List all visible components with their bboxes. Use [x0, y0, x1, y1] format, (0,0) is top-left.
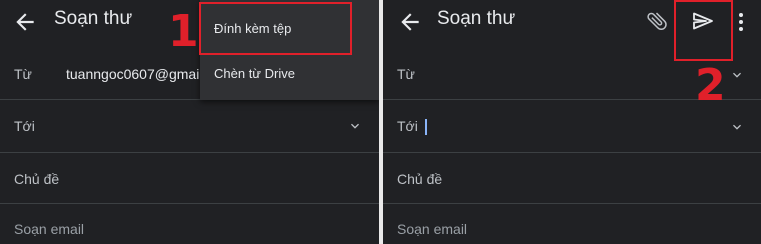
compose-screen-left: Soạn thư Từ tuanngoc0607@gmail.cc Tới Ch…: [0, 0, 379, 244]
back-arrow-icon[interactable]: [397, 9, 423, 35]
subject-row[interactable]: Chủ đề: [0, 153, 379, 204]
back-arrow-icon[interactable]: [12, 9, 38, 35]
step-number-1: 1: [168, 6, 199, 57]
more-vert-icon[interactable]: [736, 11, 746, 33]
to-row[interactable]: Tới: [0, 100, 379, 153]
to-label: Tới: [397, 118, 418, 134]
from-label: Từ: [14, 66, 32, 82]
from-label: Từ: [397, 66, 415, 82]
chevron-down-icon[interactable]: [729, 119, 745, 135]
page-title: Soạn thư: [437, 8, 516, 29]
step-number-2: 2: [695, 60, 726, 111]
highlight-box-send: [674, 0, 733, 61]
highlight-box-attach: [199, 2, 352, 55]
subject-label: Chủ đề: [14, 171, 60, 187]
from-email: tuanngoc0607@gmail.cc: [66, 66, 221, 82]
to-label: Tới: [14, 118, 35, 134]
subject-row[interactable]: Chủ đề: [383, 153, 761, 204]
body-placeholder: Soạn email: [14, 221, 85, 237]
chevron-down-icon[interactable]: [347, 118, 363, 134]
page-title: Soạn thư: [54, 8, 133, 29]
body-row[interactable]: Soạn email: [383, 204, 761, 244]
compose-screen-right: Soạn thư Từ Tới Chủ đề Soạn email 2: [383, 0, 761, 244]
body-row[interactable]: Soạn email: [0, 204, 379, 244]
subject-label: Chủ đề: [397, 171, 443, 187]
paperclip-icon[interactable]: [645, 9, 669, 33]
text-cursor: [425, 119, 427, 135]
body-placeholder: Soạn email: [397, 221, 468, 237]
menu-item-insert-from-drive[interactable]: Chèn từ Drive: [214, 66, 295, 81]
chevron-down-icon[interactable]: [729, 67, 745, 83]
